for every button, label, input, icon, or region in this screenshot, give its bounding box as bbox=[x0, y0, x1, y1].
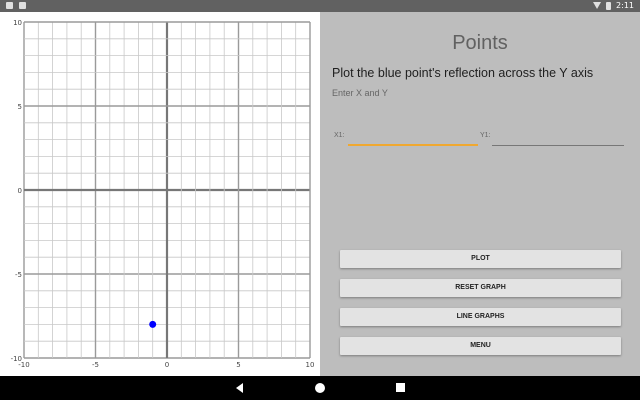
navigation-bar bbox=[0, 376, 640, 400]
x-tick-label: -5 bbox=[92, 361, 99, 369]
graph-canvas[interactable]: -10 -5 0 5 101050-5-10 bbox=[0, 12, 320, 376]
x-tick-label: 0 bbox=[165, 361, 169, 369]
wifi-icon bbox=[593, 2, 602, 9]
blue-point bbox=[149, 320, 157, 328]
line-graphs-button[interactable]: LINE GRAPHS bbox=[340, 308, 621, 326]
control-panel: Points Plot the blue point's reflection … bbox=[320, 12, 640, 376]
x-tick-label: 10 bbox=[306, 361, 315, 369]
coordinate-graph[interactable]: -10 -5 0 5 10 10 5 0 -5 -10 bbox=[0, 12, 320, 376]
input-hint: Enter X and Y bbox=[332, 88, 388, 98]
y-tick-label: -5 bbox=[15, 271, 22, 279]
y-tick-label: 10 bbox=[13, 19, 22, 27]
x1-underline bbox=[348, 144, 478, 146]
y1-input[interactable] bbox=[492, 132, 624, 144]
page-title: Points bbox=[452, 32, 508, 54]
y1-label: Y1: bbox=[480, 132, 491, 139]
back-icon[interactable] bbox=[236, 383, 243, 393]
x1-label: X1: bbox=[334, 132, 345, 139]
notification-icon bbox=[6, 2, 13, 9]
reset-graph-button[interactable]: RESET GRAPH bbox=[340, 279, 621, 297]
x-tick-label: 5 bbox=[236, 361, 240, 369]
y-tick-label: -10 bbox=[11, 355, 22, 363]
x1-field[interactable]: X1: bbox=[334, 130, 480, 146]
y1-field[interactable]: Y1: bbox=[480, 130, 624, 146]
status-bar: 2:11 bbox=[0, 0, 640, 12]
status-time: 2:11 bbox=[616, 1, 634, 10]
recents-icon[interactable] bbox=[396, 383, 405, 392]
x1-input[interactable] bbox=[348, 132, 480, 144]
y1-underline bbox=[492, 145, 624, 146]
home-icon[interactable] bbox=[315, 383, 325, 393]
question-prompt: Plot the blue point's reflection across … bbox=[332, 66, 594, 80]
battery-icon bbox=[606, 1, 612, 10]
y-tick-label: 0 bbox=[18, 187, 22, 195]
plot-button[interactable]: PLOT bbox=[340, 250, 621, 268]
y-tick-label: 5 bbox=[18, 103, 22, 111]
download-icon bbox=[19, 2, 26, 9]
menu-button[interactable]: MENU bbox=[340, 337, 621, 355]
